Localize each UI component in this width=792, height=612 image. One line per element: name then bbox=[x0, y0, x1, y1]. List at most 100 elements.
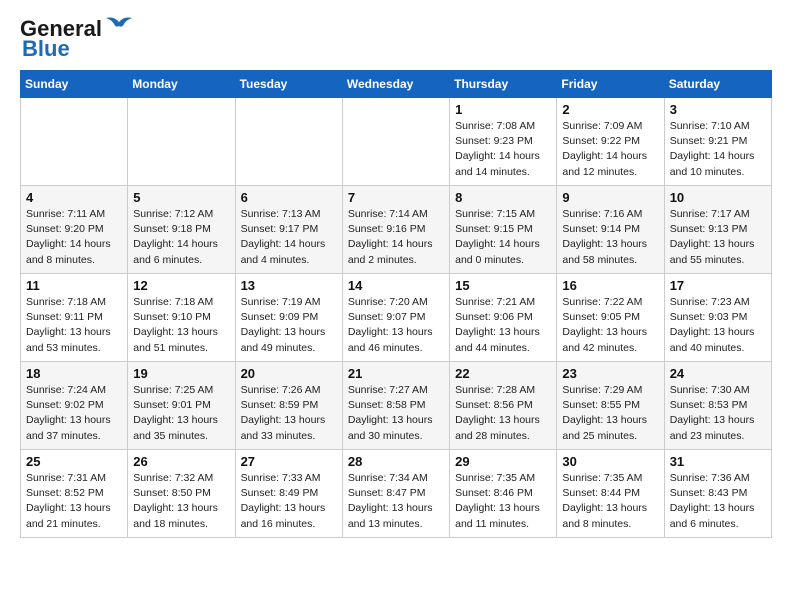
day-number: 23 bbox=[562, 366, 658, 381]
day-number: 28 bbox=[348, 454, 444, 469]
day-cell: 1 Sunrise: 7:08 AM Sunset: 9:23 PM Daylig… bbox=[450, 98, 557, 186]
day-number: 4 bbox=[26, 190, 122, 205]
day-number: 10 bbox=[670, 190, 766, 205]
day-cell: 28 Sunrise: 7:34 AM Sunset: 8:47 PM Dayli… bbox=[342, 450, 449, 538]
day-number: 21 bbox=[348, 366, 444, 381]
day-info: Sunrise: 7:10 AM Sunset: 9:21 PM Dayligh… bbox=[670, 119, 766, 180]
day-info: Sunrise: 7:15 AM Sunset: 9:15 PM Dayligh… bbox=[455, 207, 551, 268]
day-number: 11 bbox=[26, 278, 122, 293]
day-info: Sunrise: 7:28 AM Sunset: 8:56 PM Dayligh… bbox=[455, 383, 551, 444]
week-row-5: 25 Sunrise: 7:31 AM Sunset: 8:52 PM Dayli… bbox=[21, 450, 772, 538]
day-info: Sunrise: 7:16 AM Sunset: 9:14 PM Dayligh… bbox=[562, 207, 658, 268]
day-number: 22 bbox=[455, 366, 551, 381]
day-cell: 17 Sunrise: 7:23 AM Sunset: 9:03 PM Dayli… bbox=[664, 274, 771, 362]
day-number: 31 bbox=[670, 454, 766, 469]
day-cell: 3 Sunrise: 7:10 AM Sunset: 9:21 PM Daylig… bbox=[664, 98, 771, 186]
day-info: Sunrise: 7:21 AM Sunset: 9:06 PM Dayligh… bbox=[455, 295, 551, 356]
week-row-1: 1 Sunrise: 7:08 AM Sunset: 9:23 PM Daylig… bbox=[21, 98, 772, 186]
day-info: Sunrise: 7:22 AM Sunset: 9:05 PM Dayligh… bbox=[562, 295, 658, 356]
day-number: 29 bbox=[455, 454, 551, 469]
day-info: Sunrise: 7:27 AM Sunset: 8:58 PM Dayligh… bbox=[348, 383, 444, 444]
day-cell: 21 Sunrise: 7:27 AM Sunset: 8:58 PM Dayli… bbox=[342, 362, 449, 450]
day-cell: 7 Sunrise: 7:14 AM Sunset: 9:16 PM Daylig… bbox=[342, 186, 449, 274]
day-number: 5 bbox=[133, 190, 229, 205]
week-row-4: 18 Sunrise: 7:24 AM Sunset: 9:02 PM Dayli… bbox=[21, 362, 772, 450]
day-cell: 13 Sunrise: 7:19 AM Sunset: 9:09 PM Dayli… bbox=[235, 274, 342, 362]
day-number: 8 bbox=[455, 190, 551, 205]
day-info: Sunrise: 7:11 AM Sunset: 9:20 PM Dayligh… bbox=[26, 207, 122, 268]
day-info: Sunrise: 7:26 AM Sunset: 8:59 PM Dayligh… bbox=[241, 383, 337, 444]
logo: General Blue bbox=[20, 16, 134, 62]
day-info: Sunrise: 7:17 AM Sunset: 9:13 PM Dayligh… bbox=[670, 207, 766, 268]
logo-bird-icon bbox=[104, 14, 134, 36]
col-header-saturday: Saturday bbox=[664, 71, 771, 98]
col-header-wednesday: Wednesday bbox=[342, 71, 449, 98]
day-cell: 22 Sunrise: 7:28 AM Sunset: 8:56 PM Dayli… bbox=[450, 362, 557, 450]
day-cell: 11Sunrise: 7:18 AM Sunset: 9:11 PM Dayli… bbox=[21, 274, 128, 362]
day-number: 9 bbox=[562, 190, 658, 205]
day-number: 25 bbox=[26, 454, 122, 469]
day-cell: 16 Sunrise: 7:22 AM Sunset: 9:05 PM Dayli… bbox=[557, 274, 664, 362]
day-cell: 23 Sunrise: 7:29 AM Sunset: 8:55 PM Dayli… bbox=[557, 362, 664, 450]
day-cell: 6Sunrise: 7:13 AM Sunset: 9:17 PM Daylig… bbox=[235, 186, 342, 274]
day-info: Sunrise: 7:12 AM Sunset: 9:18 PM Dayligh… bbox=[133, 207, 229, 268]
day-info: Sunrise: 7:36 AM Sunset: 8:43 PM Dayligh… bbox=[670, 471, 766, 532]
day-cell bbox=[128, 98, 235, 186]
day-number: 7 bbox=[348, 190, 444, 205]
day-info: Sunrise: 7:08 AM Sunset: 9:23 PM Dayligh… bbox=[455, 119, 551, 180]
day-number: 24 bbox=[670, 366, 766, 381]
day-number: 3 bbox=[670, 102, 766, 117]
day-cell: 20 Sunrise: 7:26 AM Sunset: 8:59 PM Dayli… bbox=[235, 362, 342, 450]
day-info: Sunrise: 7:31 AM Sunset: 8:52 PM Dayligh… bbox=[26, 471, 122, 532]
day-info: Sunrise: 7:24 AM Sunset: 9:02 PM Dayligh… bbox=[26, 383, 122, 444]
day-info: Sunrise: 7:20 AM Sunset: 9:07 PM Dayligh… bbox=[348, 295, 444, 356]
day-number: 16 bbox=[562, 278, 658, 293]
day-info: Sunrise: 7:23 AM Sunset: 9:03 PM Dayligh… bbox=[670, 295, 766, 356]
day-number: 2 bbox=[562, 102, 658, 117]
col-header-friday: Friday bbox=[557, 71, 664, 98]
day-cell: 12Sunrise: 7:18 AM Sunset: 9:10 PM Dayli… bbox=[128, 274, 235, 362]
col-header-tuesday: Tuesday bbox=[235, 71, 342, 98]
col-header-monday: Monday bbox=[128, 71, 235, 98]
day-cell: 30Sunrise: 7:35 AM Sunset: 8:44 PM Dayli… bbox=[557, 450, 664, 538]
day-info: Sunrise: 7:29 AM Sunset: 8:55 PM Dayligh… bbox=[562, 383, 658, 444]
day-info: Sunrise: 7:33 AM Sunset: 8:49 PM Dayligh… bbox=[241, 471, 337, 532]
day-info: Sunrise: 7:30 AM Sunset: 8:53 PM Dayligh… bbox=[670, 383, 766, 444]
col-header-sunday: Sunday bbox=[21, 71, 128, 98]
day-cell: 25 Sunrise: 7:31 AM Sunset: 8:52 PM Dayli… bbox=[21, 450, 128, 538]
day-cell bbox=[235, 98, 342, 186]
day-cell: 18 Sunrise: 7:24 AM Sunset: 9:02 PM Dayli… bbox=[21, 362, 128, 450]
day-number: 30 bbox=[562, 454, 658, 469]
day-number: 14 bbox=[348, 278, 444, 293]
day-info: Sunrise: 7:34 AM Sunset: 8:47 PM Dayligh… bbox=[348, 471, 444, 532]
header-row: SundayMondayTuesdayWednesdayThursdayFrid… bbox=[21, 71, 772, 98]
day-info: Sunrise: 7:19 AM Sunset: 9:09 PM Dayligh… bbox=[241, 295, 337, 356]
day-info: Sunrise: 7:25 AM Sunset: 9:01 PM Dayligh… bbox=[133, 383, 229, 444]
day-cell: 10 Sunrise: 7:17 AM Sunset: 9:13 PM Dayli… bbox=[664, 186, 771, 274]
day-cell: 27Sunrise: 7:33 AM Sunset: 8:49 PM Dayli… bbox=[235, 450, 342, 538]
day-cell: 31 Sunrise: 7:36 AM Sunset: 8:43 PM Dayli… bbox=[664, 450, 771, 538]
day-number: 20 bbox=[241, 366, 337, 381]
day-cell: 9 Sunrise: 7:16 AM Sunset: 9:14 PM Daylig… bbox=[557, 186, 664, 274]
day-number: 15 bbox=[455, 278, 551, 293]
day-cell: 4 Sunrise: 7:11 AM Sunset: 9:20 PM Daylig… bbox=[21, 186, 128, 274]
day-number: 13 bbox=[241, 278, 337, 293]
day-cell: 19 Sunrise: 7:25 AM Sunset: 9:01 PM Dayli… bbox=[128, 362, 235, 450]
day-info: Sunrise: 7:35 AM Sunset: 8:46 PM Dayligh… bbox=[455, 471, 551, 532]
day-number: 6 bbox=[241, 190, 337, 205]
day-number: 26 bbox=[133, 454, 229, 469]
logo-blue: Blue bbox=[22, 36, 70, 62]
day-number: 1 bbox=[455, 102, 551, 117]
day-info: Sunrise: 7:32 AM Sunset: 8:50 PM Dayligh… bbox=[133, 471, 229, 532]
day-cell: 8 Sunrise: 7:15 AM Sunset: 9:15 PM Daylig… bbox=[450, 186, 557, 274]
day-cell: 15 Sunrise: 7:21 AM Sunset: 9:06 PM Dayli… bbox=[450, 274, 557, 362]
day-info: Sunrise: 7:14 AM Sunset: 9:16 PM Dayligh… bbox=[348, 207, 444, 268]
day-cell: 5 Sunrise: 7:12 AM Sunset: 9:18 PM Daylig… bbox=[128, 186, 235, 274]
day-info: Sunrise: 7:18 AM Sunset: 9:10 PM Dayligh… bbox=[133, 295, 229, 356]
day-number: 17 bbox=[670, 278, 766, 293]
day-cell: 29 Sunrise: 7:35 AM Sunset: 8:46 PM Dayli… bbox=[450, 450, 557, 538]
day-number: 18 bbox=[26, 366, 122, 381]
day-cell: 2Sunrise: 7:09 AM Sunset: 9:22 PM Daylig… bbox=[557, 98, 664, 186]
day-number: 19 bbox=[133, 366, 229, 381]
calendar-table: SundayMondayTuesdayWednesdayThursdayFrid… bbox=[20, 70, 772, 538]
